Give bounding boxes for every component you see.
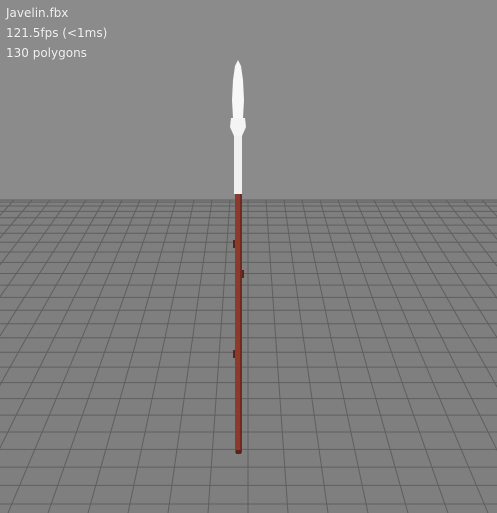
scene-canvas[interactable]: [0, 0, 497, 513]
polygon-count: 130 polygons: [6, 46, 87, 60]
shaft-mark: [233, 240, 235, 248]
javelin-upper-shaft: [234, 135, 242, 194]
file-name-label: Javelin.fbx: [6, 6, 69, 20]
stats-overlay: Javelin.fbx 121.5fps (<1ms) 130 polygons: [6, 3, 107, 63]
javelin-shaft-shade: [240, 193, 242, 453]
fps-readout: 121.5fps (<1ms): [6, 26, 108, 40]
javelin-butt: [236, 450, 241, 454]
shaft-mark: [233, 350, 235, 358]
3d-viewport[interactable]: Javelin.fbx 121.5fps (<1ms) 130 polygons: [0, 0, 497, 513]
shaft-mark: [242, 270, 244, 278]
